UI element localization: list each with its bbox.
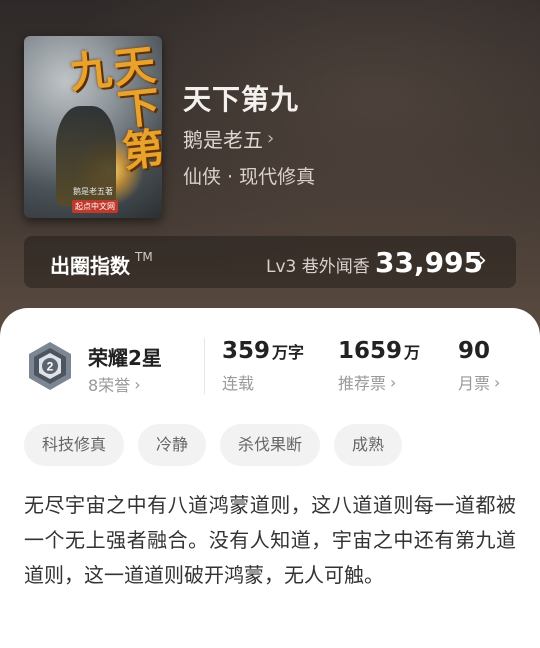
chevron-right-icon: › <box>390 372 397 392</box>
stat-label: 推荐票 <box>338 374 387 393</box>
tag-chip[interactable]: 冷静 <box>138 424 207 466</box>
cover-author: 鹅是老五著 <box>73 187 113 196</box>
stat-unit: 万 <box>404 343 421 362</box>
honor-badge-icon: 2 <box>29 342 71 390</box>
cover-title-art: 天下第九 <box>60 41 162 173</box>
honor-count: 8荣誉 <box>88 376 131 395</box>
chevron-right-icon: › <box>494 372 501 392</box>
stat-label: 连载 <box>222 374 255 393</box>
stat-recommend-votes[interactable]: 1659 万 推荐票 › <box>338 338 420 394</box>
tag-chip[interactable]: 成熟 <box>334 424 403 466</box>
book-cover[interactable]: 天下第九 鹅是老五著 起点中文网 <box>24 36 162 218</box>
stat-monthly-votes[interactable]: 90 月票 › <box>458 338 500 394</box>
tag-chip[interactable]: 杀伐果断 <box>220 424 321 466</box>
trademark-mark: TM <box>135 250 153 264</box>
cover-publisher: 起点中文网 <box>72 200 118 213</box>
index-label: 出圈指数 <box>50 254 130 278</box>
chevron-right-icon: › <box>478 248 487 273</box>
book-title: 天下第九 <box>183 83 300 116</box>
honor-link[interactable]: 8荣誉 › <box>88 372 141 396</box>
author-name: 鹅是老五 <box>183 128 263 152</box>
chevron-right-icon: › <box>134 374 141 394</box>
stat-number: 90 <box>458 338 491 364</box>
book-info-card: 2 荣耀2星 8荣誉 › 359 万字 连载 1659 万 推荐票 › 90 月票 › … <box>0 308 540 648</box>
index-value: 33,995 <box>375 246 484 279</box>
book-description[interactable]: 无尽宇宙之中有八道鸿蒙道则，这八道道则每一道都被一个无上强者融合。没有人知道，宇… <box>24 488 516 593</box>
stat-label: 月票 <box>458 374 491 393</box>
tag-list: 科技修真 冷静 杀伐果断 成熟 <box>24 424 403 466</box>
stat-number: 1659 <box>338 338 403 364</box>
stat-unit: 万字 <box>272 343 305 362</box>
index-level: Lv3 巷外闻香 <box>266 257 370 277</box>
divider <box>204 338 205 394</box>
badge-number: 2 <box>47 360 54 374</box>
stat-number: 359 <box>222 338 271 364</box>
stat-word-count: 359 万字 连载 <box>222 338 304 394</box>
chevron-right-icon: › <box>267 128 275 149</box>
tag-chip[interactable]: 科技修真 <box>24 424 125 466</box>
author-link[interactable]: 鹅是老五 › <box>183 124 274 153</box>
popularity-index-bar[interactable]: 出圈指数 TM Lv3 巷外闻香 33,995 › <box>24 236 516 288</box>
book-header: 天下第九 鹅是老五著 起点中文网 天下第九 鹅是老五 › 仙侠 · 现代修真 出… <box>0 0 540 330</box>
book-genre: 仙侠 · 现代修真 <box>183 166 316 188</box>
honor-title: 荣耀2星 <box>88 346 162 370</box>
